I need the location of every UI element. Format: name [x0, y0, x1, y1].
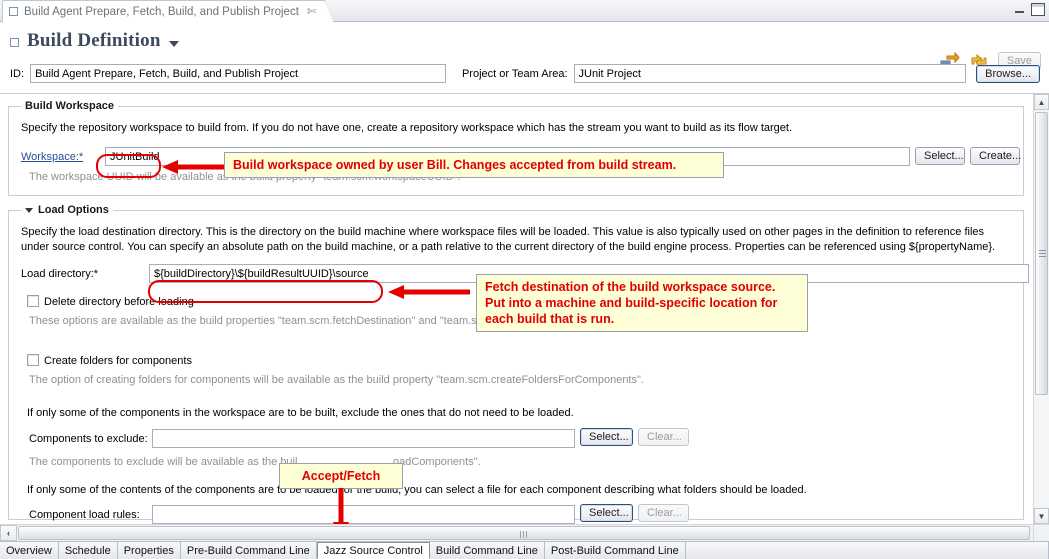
create-folders-label: Create folders for components [44, 355, 192, 367]
exclude-clear-button[interactable]: Clear... [638, 428, 689, 446]
create-folders-checkbox-row[interactable]: Create folders for components [27, 354, 192, 367]
tab-post-build-command-line[interactable]: Post-Build Command Line [544, 542, 686, 559]
page-title-row: Build Definition [10, 30, 179, 52]
exclude-intro-text: If only some of the components in the wo… [27, 407, 574, 419]
workspace-link-label[interactable]: Workspace:* [21, 151, 83, 163]
delete-directory-label: Delete directory before loading [44, 296, 194, 308]
chevron-down-icon[interactable] [168, 41, 179, 47]
id-row: ID: Project or Team Area: Browse... [10, 64, 1040, 83]
load-directory-label: Load directory:* [21, 268, 99, 280]
create-folders-checkbox[interactable] [27, 354, 39, 366]
load-options-description: Specify the load destination directory. … [21, 226, 996, 253]
definition-icon [10, 38, 19, 47]
close-icon[interactable]: ✄ [307, 6, 316, 17]
load-rules-intro-text: If only some of the contents of the comp… [27, 484, 807, 496]
editor-tab[interactable]: Build Agent Prepare, Fetch, Build, and P… [2, 0, 335, 23]
page-tab-bar: Overview Schedule Properties Pre-Build C… [0, 541, 1049, 559]
tab-jazz-source-control[interactable]: Jazz Source Control [316, 542, 430, 559]
hscroll-thumb-grip [520, 531, 529, 538]
component-load-rules-input[interactable] [152, 505, 575, 524]
vertical-scroll-thumb[interactable] [1035, 112, 1048, 395]
vertical-scrollbar[interactable]: ▲ ▼ [1033, 94, 1049, 524]
editor-tab-strip: Build Agent Prepare, Fetch, Build, and P… [0, 0, 1049, 23]
horizontal-scroll-thumb[interactable] [18, 526, 1030, 540]
load-options-section-title[interactable]: Load Options [21, 204, 113, 216]
load-rules-clear-button[interactable]: Clear... [638, 504, 689, 522]
horizontal-scrollbar[interactable]: ‹ [0, 524, 1033, 541]
tab-properties[interactable]: Properties [117, 542, 181, 559]
tab-bar-filler [685, 542, 1049, 559]
tab-build-command-line[interactable]: Build Command Line [429, 542, 545, 559]
workspace-select-button[interactable]: Select... [915, 147, 965, 165]
form-header: Build Definition Save ID: P [0, 22, 1049, 94]
workspace-callout-arrow [162, 160, 228, 174]
exclude-select-button[interactable]: Select... [580, 428, 633, 446]
load-options-section: Load Options Specify the load destinatio… [8, 204, 1029, 524]
browse-button[interactable]: Browse... [976, 64, 1040, 83]
build-workspace-section-title: Build Workspace [21, 100, 119, 112]
project-area-input[interactable] [573, 64, 967, 83]
id-label: ID: [10, 67, 25, 80]
load-options-section-label: Load Options [38, 204, 109, 216]
scroll-left-icon[interactable]: ‹ [0, 525, 17, 541]
build-workspace-section: Build Workspace Specify the repository w… [8, 100, 1024, 196]
editor-tab-label: Build Agent Prepare, Fetch, Build, and P… [24, 5, 299, 18]
fetch-annotation-callout: Fetch destination of the build workspace… [476, 274, 808, 332]
scrollbar-corner [1033, 524, 1049, 541]
build-definition-editor: Build Agent Prepare, Fetch, Build, and P… [0, 0, 1049, 559]
components-to-exclude-label: Components to exclude: [29, 433, 148, 445]
create-folders-hint: The option of creating folders for compo… [29, 374, 644, 386]
scroll-up-icon[interactable]: ▲ [1034, 94, 1049, 110]
scroll-thumb-grip [1039, 249, 1046, 258]
exclude-hint-left: The components to exclude will be availa… [29, 456, 298, 468]
build-workspace-description: Specify the repository workspace to buil… [21, 122, 792, 134]
triangle-down-icon [25, 207, 33, 213]
project-area-label: Project or Team Area: [461, 67, 568, 80]
document-icon [9, 7, 18, 16]
accept-fetch-annotation-callout: Accept/Fetch [279, 463, 403, 489]
workspace-create-button[interactable]: Create... [970, 147, 1021, 165]
minimize-icon[interactable] [1013, 3, 1027, 16]
scroll-down-icon[interactable]: ▼ [1034, 508, 1049, 524]
id-input[interactable] [30, 64, 446, 83]
page-title: Build Definition [27, 30, 161, 51]
maximize-icon[interactable] [1031, 3, 1045, 16]
tab-overview[interactable]: Overview [0, 542, 59, 559]
exclude-hint-right: oadComponents". [393, 456, 481, 468]
window-controls [1013, 3, 1045, 16]
load-rules-select-button[interactable]: Select... [580, 504, 633, 522]
load-directory-callout-arrow [388, 285, 470, 299]
delete-directory-checkbox[interactable] [27, 295, 39, 307]
delete-directory-hint: These options are available as the build… [29, 315, 492, 327]
tab-schedule[interactable]: Schedule [58, 542, 118, 559]
components-to-exclude-input[interactable] [152, 429, 575, 448]
component-load-rules-label: Component load rules: [29, 509, 140, 521]
tab-pre-build-command-line[interactable]: Pre-Build Command Line [180, 542, 317, 559]
delete-directory-checkbox-row[interactable]: Delete directory before loading [27, 295, 194, 308]
workspace-annotation-callout: Build workspace owned by user Bill. Chan… [224, 152, 724, 178]
